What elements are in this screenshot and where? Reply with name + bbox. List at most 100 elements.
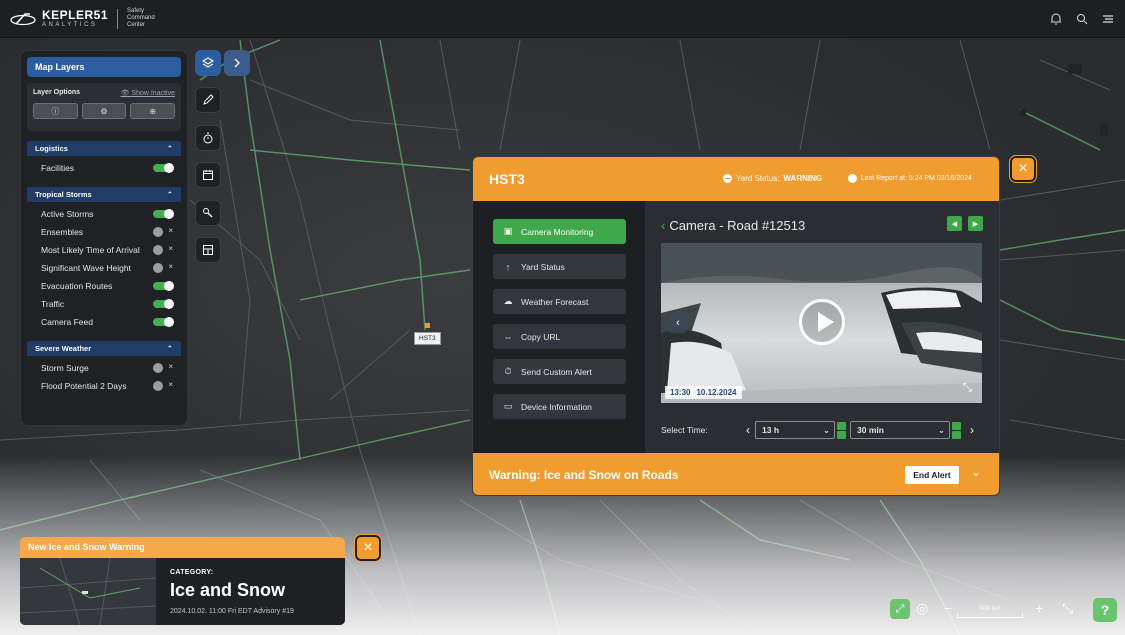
status-minus-icon — [723, 174, 732, 183]
nav-label: Camera Monitoring — [521, 226, 594, 237]
timer-tool-button[interactable] — [195, 125, 221, 151]
help-button[interactable]: ? — [1093, 598, 1117, 622]
add-button[interactable]: ⊕ — [130, 103, 176, 119]
layer-section-header[interactable]: Tropical Storms ⌃ — [27, 187, 181, 202]
marker-dot — [425, 323, 430, 328]
layer-toggle[interactable] — [153, 380, 173, 391]
layout-tool-button[interactable] — [195, 237, 221, 263]
tools-icon — [203, 208, 213, 218]
app-name-line: Center — [127, 22, 146, 28]
map-link-button[interactable]: ⤢ — [890, 599, 910, 619]
link-icon: ⇔ — [503, 331, 513, 342]
feed-prev-button[interactable]: ‹ — [669, 313, 687, 333]
nav-arrow-up-button[interactable]: ↑ Yard Status — [493, 254, 626, 279]
layer-toggle[interactable] — [153, 209, 174, 219]
bell-icon[interactable] — [1049, 12, 1063, 26]
compass-icon[interactable]: ◎ — [916, 600, 928, 617]
layer-toggle[interactable] — [153, 262, 173, 273]
eye-icon: 👁 — [120, 90, 132, 97]
stepper-up[interactable] — [837, 421, 846, 430]
prev-camera-button[interactable]: ◀ — [947, 216, 962, 231]
device-detail-modal: HST3 Yard Status: WARNING Last Report at… — [472, 156, 1000, 496]
layer-sections: Logistics ⌃ Facilities Tropical Storms ⌃ Acti… — [27, 141, 181, 395]
zoom-in-icon[interactable]: + — [1035, 600, 1043, 616]
layout-icon — [203, 245, 213, 255]
expand-panel-button[interactable] — [224, 50, 250, 76]
map-layers-panel: Map Layers Layer Options 👁 Show Inactive… — [20, 50, 188, 426]
fullscreen-map-icon[interactable]: ⤡ — [1062, 600, 1073, 617]
layer-toggle[interactable] — [153, 362, 173, 373]
next-camera-button[interactable]: ▶ — [968, 216, 983, 231]
chevron-down-icon: ⌄ — [822, 424, 830, 435]
stamp-date: 10.12.2024 — [696, 388, 737, 397]
layer-toggle[interactable] — [153, 317, 174, 327]
show-inactive-link[interactable]: 👁 Show Inactive — [121, 89, 175, 97]
fullscreen-icon[interactable]: ⤡ — [962, 380, 972, 395]
tools-tool-button[interactable] — [195, 200, 221, 226]
layers-icon — [201, 57, 215, 68]
layer-label: Traffic — [41, 299, 65, 309]
calendar-tool-button[interactable] — [195, 162, 221, 188]
kepler-logo-icon — [10, 12, 36, 25]
time-prev-chevron-icon[interactable]: ‹ — [741, 423, 755, 437]
nav-label: Copy URL — [521, 331, 561, 342]
nav-alert-button[interactable]: ⏱ Send Custom Alert — [493, 359, 626, 384]
nav-info-button[interactable]: ▭ Device Information — [493, 394, 626, 419]
hour-stepper[interactable] — [837, 421, 846, 439]
play-button[interactable] — [799, 299, 845, 345]
back-chevron-icon[interactable]: ‹ — [661, 218, 665, 233]
close-icon: × — [1018, 160, 1028, 177]
menu-icon[interactable] — [1101, 12, 1115, 26]
modal-close-button[interactable]: × — [1009, 155, 1037, 183]
settings-button[interactable]: ⚙ — [81, 103, 127, 119]
nav-label: Yard Status — [521, 261, 565, 272]
camera-title-text: Camera - Road #12513 — [669, 218, 806, 233]
layer-section-header[interactable]: Severe Weather ⌃ — [27, 341, 181, 356]
camera-nav-arrows: ◀ ▶ — [947, 216, 983, 231]
layer-row: Significant Wave Height — [27, 259, 181, 277]
modal-title: HST3 — [489, 171, 525, 187]
nav-cloud-sun-button[interactable]: ☁ Weather Forecast — [493, 289, 626, 314]
layer-section-title: Logistics — [35, 144, 68, 153]
chevron-up-icon: ⌃ — [166, 190, 173, 199]
alert-close-button[interactable]: × — [354, 534, 382, 562]
hour-select[interactable]: 13 h ⌄ — [755, 421, 835, 439]
last-report: Last Report at: 5:24 PM 03/16/2024 — [848, 174, 972, 183]
layer-toggle[interactable] — [153, 226, 173, 237]
layer-section-header[interactable]: Logistics ⌃ — [27, 141, 181, 156]
layers-tool-button[interactable] — [195, 50, 221, 76]
layer-row: Camera Feed — [27, 313, 181, 331]
camera-feed[interactable]: ‹ ⤡ 13:30 10.12.2024 — [661, 243, 982, 403]
stepper-down[interactable] — [952, 430, 961, 439]
stepper-down[interactable] — [837, 430, 846, 439]
stepper-up[interactable] — [952, 421, 961, 430]
map-marker-hst3[interactable]: HST3 — [414, 323, 441, 345]
scale-label: 500 km — [979, 605, 1001, 612]
zoom-out-icon[interactable]: − — [944, 600, 952, 616]
info-button[interactable]: ⓘ — [33, 103, 78, 119]
calendar-icon — [203, 170, 213, 180]
minute-select[interactable]: 30 min ⌄ — [850, 421, 950, 439]
layer-label: Active Storms — [41, 209, 94, 219]
minute-stepper[interactable] — [952, 421, 961, 439]
layer-row: Flood Potential 2 Days — [27, 377, 181, 395]
triangle-left-icon: ◀ — [951, 220, 958, 228]
layer-toggle[interactable] — [153, 281, 174, 291]
search-icon[interactable] — [1075, 12, 1089, 26]
draw-tool-button[interactable] — [195, 87, 221, 113]
modal-side-nav: ▣ Camera Monitoring ↑ Yard Status ☁ Weather F… — [473, 201, 645, 453]
layer-toggle[interactable] — [153, 163, 174, 173]
alert-card[interactable]: New Ice and Snow Warning CATEGORY: Ice a… — [20, 537, 345, 625]
end-alert-button[interactable]: End Alert — [905, 466, 959, 484]
chevron-down-icon[interactable]: ⌄ — [971, 465, 981, 479]
layer-toggle[interactable] — [153, 299, 174, 309]
time-next-chevron-icon[interactable]: › — [965, 423, 979, 437]
brand-logo[interactable]: KEPLER51 ANALYTICS Safety Command Center — [10, 8, 155, 29]
camera-area: ‹ Camera - Road #12513 ◀ ▶ ‹ ⤡ 13:30 10.… — [645, 201, 999, 453]
brand-divider — [117, 8, 119, 29]
nav-link-button[interactable]: ⇔ Copy URL — [493, 324, 626, 349]
layer-label: Ensembles — [41, 227, 84, 237]
layer-section-items: Storm Surge Flood Potential 2 Days — [27, 359, 181, 395]
layer-toggle[interactable] — [153, 244, 173, 255]
nav-camera-button[interactable]: ▣ Camera Monitoring — [493, 219, 626, 244]
